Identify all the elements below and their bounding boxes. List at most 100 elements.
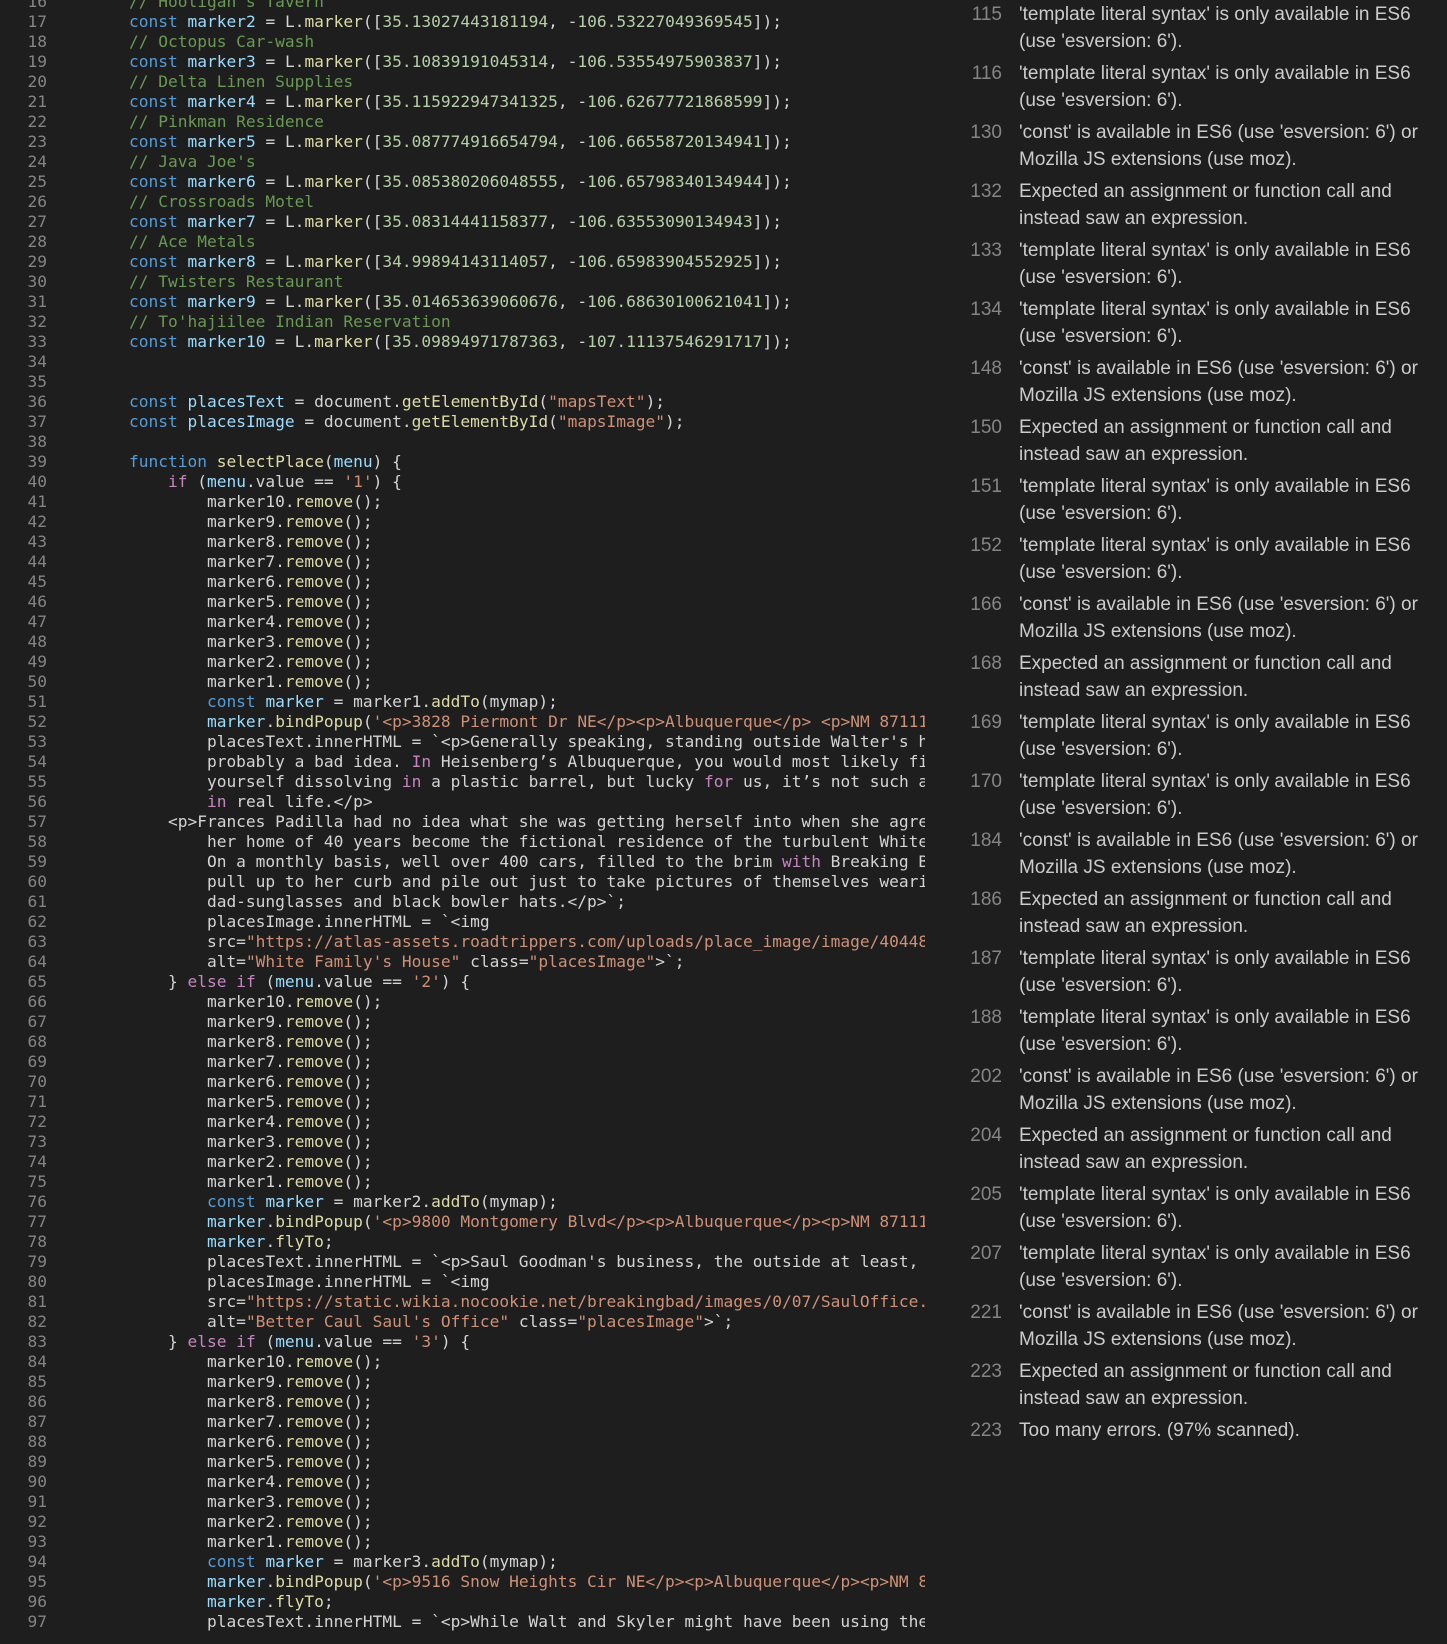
code-line[interactable]: 27 const marker7 = L.marker([35.08314441…	[0, 212, 925, 232]
problem-item[interactable]: 221 'const' is available in ES6 (use 'esv…	[940, 1299, 1447, 1353]
code-line[interactable]: 34	[0, 352, 925, 372]
code-line[interactable]: 91 marker3.remove();	[0, 1492, 925, 1512]
code-line[interactable]: 31 const marker9 = L.marker([35.01465363…	[0, 292, 925, 312]
code-line[interactable]: 25 const marker6 = L.marker([35.08538020…	[0, 172, 925, 192]
code-line[interactable]: 52 marker.bindPopup('<p>3828 Piermont Dr…	[0, 712, 926, 732]
problem-item[interactable]: 134 'template literal syntax' is only ava…	[940, 296, 1447, 350]
code-line[interactable]: 56 in real life.</p>	[0, 792, 925, 812]
problem-item[interactable]: 168 Expected an assignment or function ca…	[940, 650, 1447, 704]
code-line[interactable]: 26 // Crossroads Motel	[0, 192, 925, 212]
code-line[interactable]: 93 marker1.remove();	[0, 1532, 925, 1552]
code-line[interactable]: 58 her home of 40 years become the ficti…	[0, 832, 926, 852]
problem-item[interactable]: 184 'const' is available in ES6 (use 'esv…	[940, 827, 1447, 881]
code-line[interactable]: 95 marker.bindPopup('<p>9516 Snow Height…	[0, 1572, 926, 1592]
code-line[interactable]: 53 placesText.innerHTML = `<p>Generally …	[0, 732, 926, 752]
code-line[interactable]: 28 // Ace Metals	[0, 232, 925, 252]
code-line[interactable]: 63 src="https://atlas-assets.roadtripper…	[0, 932, 926, 952]
code-line[interactable]: 81 src="https://static.wikia.nocookie.ne…	[0, 1292, 926, 1312]
code-line[interactable]: 80 placesImage.innerHTML = `<img	[0, 1272, 925, 1292]
problem-item[interactable]: 148 'const' is available in ES6 (use 'esv…	[940, 355, 1447, 409]
code-line[interactable]: 89 marker5.remove();	[0, 1452, 925, 1472]
code-line[interactable]: 40 if (menu.value == '1') {	[0, 472, 925, 492]
code-line[interactable]: 85 marker9.remove();	[0, 1372, 925, 1392]
code-line[interactable]: 97 placesText.innerHTML = `<p>While Walt…	[0, 1612, 926, 1632]
code-line[interactable]: 74 marker2.remove();	[0, 1152, 925, 1172]
problem-item[interactable]: 166 'const' is available in ES6 (use 'esv…	[940, 591, 1447, 645]
code-line[interactable]: 45 marker6.remove();	[0, 572, 925, 592]
code-line[interactable]: 79 placesText.innerHTML = `<p>Saul Goodm…	[0, 1252, 925, 1272]
problem-item[interactable]: 152 'template literal syntax' is only ava…	[940, 532, 1447, 586]
problem-item[interactable]: 116 'template literal syntax' is only ava…	[940, 60, 1447, 114]
code-line[interactable]: 72 marker4.remove();	[0, 1112, 925, 1132]
code-line[interactable]: 61 dad-sunglasses and black bowler hats.…	[0, 892, 925, 912]
code-line[interactable]: 65 } else if (menu.value == '2') {	[0, 972, 925, 992]
problem-item[interactable]: 186 Expected an assignment or function ca…	[940, 886, 1447, 940]
code-line[interactable]: 49 marker2.remove();	[0, 652, 925, 672]
code-line[interactable]: 54 probably a bad idea. In Heisenberg’s …	[0, 752, 926, 772]
code-line[interactable]: 17 const marker2 = L.marker([35.13027443…	[0, 12, 925, 32]
code-line[interactable]: 68 marker8.remove();	[0, 1032, 925, 1052]
code-line[interactable]: 60 pull up to her curb and pile out just…	[0, 872, 926, 892]
code-line[interactable]: 59 On a monthly basis, well over 400 car…	[0, 852, 926, 872]
code-line[interactable]: 57 <p>Frances Padilla had no idea what s…	[0, 812, 926, 832]
code-line[interactable]: 21 const marker4 = L.marker([35.11592294…	[0, 92, 925, 112]
code-line[interactable]: 71 marker5.remove();	[0, 1092, 925, 1112]
code-line[interactable]: 55 yourself dissolving in a plastic barr…	[0, 772, 926, 792]
code-line[interactable]: 24 // Java Joe's	[0, 152, 925, 172]
code-line[interactable]: 30 // Twisters Restaurant	[0, 272, 925, 292]
code-line[interactable]: 77 marker.bindPopup('<p>9800 Montgomery …	[0, 1212, 926, 1232]
code-line[interactable]: 51 const marker = marker1.addTo(mymap);	[0, 692, 925, 712]
code-line[interactable]: 39 function selectPlace(menu) {	[0, 452, 925, 472]
code-line[interactable]: 86 marker8.remove();	[0, 1392, 925, 1412]
problem-item[interactable]: 223 Expected an assignment or function ca…	[940, 1358, 1447, 1412]
code-line[interactable]: 90 marker4.remove();	[0, 1472, 925, 1492]
code-line[interactable]: 43 marker8.remove();	[0, 532, 925, 552]
code-line[interactable]: 36 const placesText = document.getElemen…	[0, 392, 925, 412]
code-line[interactable]: 44 marker7.remove();	[0, 552, 925, 572]
code-line[interactable]: 22 // Pinkman Residence	[0, 112, 925, 132]
code-line[interactable]: 87 marker7.remove();	[0, 1412, 925, 1432]
code-line[interactable]: 76 const marker = marker2.addTo(mymap);	[0, 1192, 925, 1212]
code-line[interactable]: 33 const marker10 = L.marker([35.0989497…	[0, 332, 925, 352]
problem-item[interactable]: 202 'const' is available in ES6 (use 'esv…	[940, 1063, 1447, 1117]
code-line[interactable]: 16 // Hooligan's Tavern	[0, 0, 925, 12]
code-line[interactable]: 64 alt="White Family's House" class="pla…	[0, 952, 925, 972]
problem-item[interactable]: 133 'template literal syntax' is only ava…	[940, 237, 1447, 291]
code-line[interactable]: 47 marker4.remove();	[0, 612, 925, 632]
code-line[interactable]: 82 alt="Better Caul Saul's Office" class…	[0, 1312, 925, 1332]
problem-item[interactable]: 151 'template literal syntax' is only ava…	[940, 473, 1447, 527]
problem-item[interactable]: 130 'const' is available in ES6 (use 'esv…	[940, 119, 1447, 173]
problem-item[interactable]: 204 Expected an assignment or function ca…	[940, 1122, 1447, 1176]
code-line[interactable]: 73 marker3.remove();	[0, 1132, 925, 1152]
code-line[interactable]: 29 const marker8 = L.marker([34.99894143…	[0, 252, 925, 272]
code-line[interactable]: 20 // Delta Linen Supplies	[0, 72, 925, 92]
code-line[interactable]: 69 marker7.remove();	[0, 1052, 925, 1072]
code-editor[interactable]: 16 // Hooligan's Tavern 17 const marker2 …	[0, 0, 926, 1644]
code-line[interactable]: 41 marker10.remove();	[0, 492, 925, 512]
code-line[interactable]: 62 placesImage.innerHTML = `<img	[0, 912, 925, 932]
code-line[interactable]: 18 // Octopus Car-wash	[0, 32, 925, 52]
problem-item[interactable]: 207 'template literal syntax' is only ava…	[940, 1240, 1447, 1294]
code-line[interactable]: 32 // To'hajiilee Indian Reservation	[0, 312, 925, 332]
code-line[interactable]: 35	[0, 372, 925, 392]
code-line[interactable]: 83 } else if (menu.value == '3') {	[0, 1332, 925, 1352]
code-line[interactable]: 50 marker1.remove();	[0, 672, 925, 692]
problem-item[interactable]: 132 Expected an assignment or function ca…	[940, 178, 1447, 232]
code-line[interactable]: 66 marker10.remove();	[0, 992, 925, 1012]
code-line[interactable]: 38	[0, 432, 925, 452]
code-line[interactable]: 75 marker1.remove();	[0, 1172, 925, 1192]
problem-item[interactable]: 187 'template literal syntax' is only ava…	[940, 945, 1447, 999]
problem-item[interactable]: 205 'template literal syntax' is only ava…	[940, 1181, 1447, 1235]
code-line[interactable]: 88 marker6.remove();	[0, 1432, 925, 1452]
code-line[interactable]: 48 marker3.remove();	[0, 632, 925, 652]
code-line[interactable]: 70 marker6.remove();	[0, 1072, 925, 1092]
code-line[interactable]: 42 marker9.remove();	[0, 512, 925, 532]
problem-item[interactable]: 223 Too many errors. (97% scanned).	[940, 1417, 1447, 1444]
problem-item[interactable]: 169 'template literal syntax' is only ava…	[940, 709, 1447, 763]
problem-item[interactable]: 188 'template literal syntax' is only ava…	[940, 1004, 1447, 1058]
code-line[interactable]: 94 const marker = marker3.addTo(mymap);	[0, 1552, 925, 1572]
code-line[interactable]: 23 const marker5 = L.marker([35.08777491…	[0, 132, 925, 152]
code-line[interactable]: 46 marker5.remove();	[0, 592, 925, 612]
problem-item[interactable]: 115 'template literal syntax' is only ava…	[940, 1, 1447, 55]
code-line[interactable]: 19 const marker3 = L.marker([35.10839191…	[0, 52, 925, 72]
